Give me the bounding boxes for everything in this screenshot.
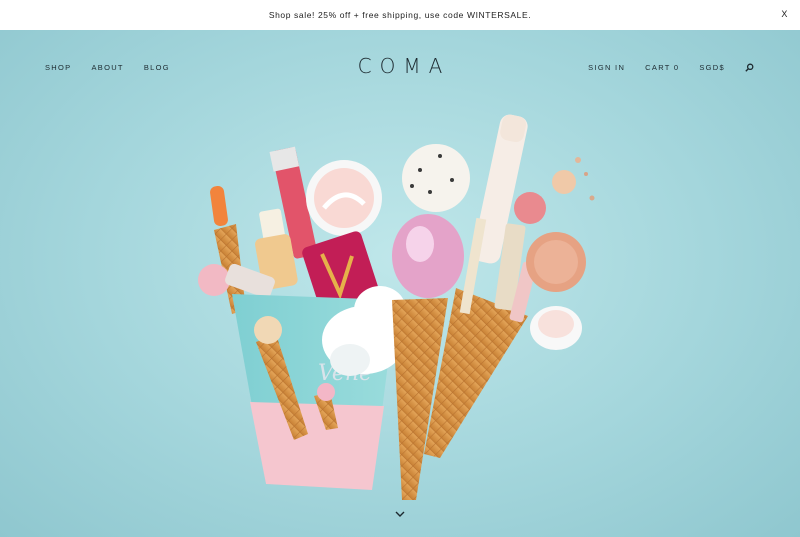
sign-in-link[interactable]: SIGN IN [588, 63, 625, 72]
bronzer-compact [526, 232, 586, 292]
sponge-ball [402, 144, 470, 212]
promo-close-button[interactable]: X [781, 9, 788, 19]
blush [514, 157, 595, 224]
hero-image: Vene [198, 114, 595, 500]
promo-bar: Shop sale! 25% off + free shipping, use … [0, 0, 800, 30]
chevron-down-icon[interactable] [393, 509, 407, 519]
currency-selector[interactable]: SGD$ [699, 63, 725, 72]
promo-text: Shop sale! 25% off + free shipping, use … [268, 10, 532, 20]
account-nav: SIGN IN CART 0 SGD$ [588, 63, 754, 72]
hero-section: Vene [0, 30, 800, 537]
search-icon[interactable] [745, 63, 754, 72]
cart-link[interactable]: CART 0 [645, 63, 679, 72]
small-cream-jar [530, 306, 582, 350]
perfume-gem [392, 214, 464, 298]
cream-jar [306, 160, 382, 236]
